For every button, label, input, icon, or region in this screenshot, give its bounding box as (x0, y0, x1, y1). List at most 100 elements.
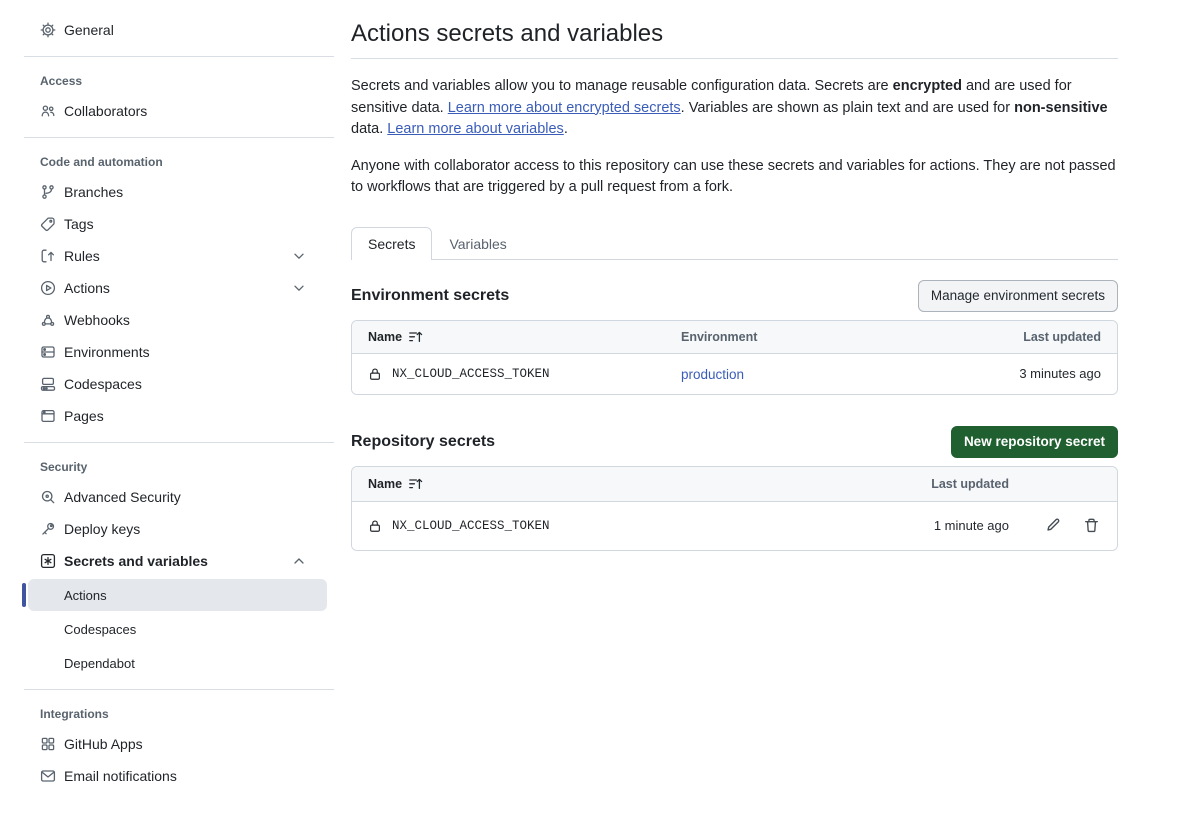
table-row: NX_CLOUD_ACCESS_TOKEN 1 minute ago (352, 502, 1117, 550)
link-learn-encrypted-secrets[interactable]: Learn more about encrypted secrets (448, 100, 681, 116)
manage-environment-secrets-button[interactable]: Manage environment secrets (918, 280, 1118, 312)
column-header-name-sort[interactable]: Name (368, 476, 889, 492)
sidebar-subitem-actions[interactable]: Actions (28, 579, 327, 611)
sidebar-item-deploy-keys[interactable]: Deploy keys (0, 513, 327, 545)
sidebar-item-label: Advanced Security (64, 489, 313, 505)
column-header-name-sort[interactable]: Name (368, 329, 681, 345)
secret-name: NX_CLOUD_ACCESS_TOKEN (392, 367, 550, 381)
column-header-name: Name (368, 330, 402, 344)
chevron-down-icon[interactable] (291, 280, 307, 296)
lock-icon (368, 518, 382, 534)
sidebar-item-actions[interactable]: Actions (0, 272, 327, 304)
sidebar-item-branches[interactable]: Branches (0, 176, 327, 208)
environment-secrets-table: Name Environment Last updated NX_CLOUD_A… (351, 320, 1118, 395)
sidebar-item-pages[interactable]: Pages (0, 400, 327, 432)
sidebar-subitem-codespaces[interactable]: Codespaces (28, 613, 327, 645)
people-icon (40, 103, 56, 119)
key-icon (40, 521, 56, 537)
sidebar-item-general[interactable]: General (0, 14, 327, 46)
sidebar-item-tags[interactable]: Tags (0, 208, 327, 240)
git-branch-icon (40, 184, 56, 200)
settings-page: General Access Collaborators Code and au… (0, 0, 1177, 792)
sidebar-item-label: Actions (64, 280, 283, 296)
delete-secret-button[interactable] (1083, 517, 1101, 535)
environment-link-production[interactable]: production (681, 367, 744, 382)
last-updated-value: 3 minutes ago (901, 366, 1101, 381)
chevron-up-icon[interactable] (291, 553, 307, 569)
new-repository-secret-button[interactable]: New repository secret (951, 426, 1118, 458)
apps-icon (40, 736, 56, 752)
environment-secrets-heading: Environment secrets (351, 287, 509, 305)
table-row: NX_CLOUD_ACCESS_TOKEN production 3 minut… (352, 354, 1117, 394)
sidebar-item-collaborators[interactable]: Collaborators (0, 95, 327, 127)
edit-secret-button[interactable] (1044, 517, 1062, 535)
settings-sidebar: General Access Collaborators Code and au… (0, 0, 335, 792)
sort-ascending-icon (408, 329, 424, 345)
sidebar-section-code-and-automation: Code and automation (0, 148, 335, 176)
sidebar-item-github-apps[interactable]: GitHub Apps (0, 728, 327, 760)
sidebar-item-label: Pages (64, 408, 313, 424)
column-header-last-updated: Last updated (901, 330, 1101, 344)
sidebar-section-access: Access (0, 67, 335, 95)
sidebar-divider (24, 137, 334, 138)
sidebar-divider (24, 56, 334, 57)
mail-icon (40, 768, 56, 784)
lock-icon (368, 366, 382, 382)
sidebar-section-security: Security (0, 453, 335, 481)
sidebar-item-label: GitHub Apps (64, 736, 313, 752)
repository-secrets-header: Repository secrets New repository secret (351, 426, 1118, 458)
secret-name-cell: NX_CLOUD_ACCESS_TOKEN (368, 366, 681, 382)
sidebar-item-email-notifications[interactable]: Email notifications (0, 760, 327, 792)
sidebar-subitem-label: Codespaces (64, 622, 136, 637)
sidebar-section-integrations: Integrations (0, 700, 335, 728)
sidebar-item-label: Collaborators (64, 103, 313, 119)
sidebar-item-label: Tags (64, 216, 313, 232)
repository-secrets-table: Name Last updated NX_CLOUD_ACCESS_TOKEN … (351, 466, 1118, 551)
server-icon (40, 344, 56, 360)
column-header-last-updated: Last updated (889, 477, 1009, 491)
repository-secrets-heading: Repository secrets (351, 433, 495, 451)
codespaces-icon (40, 376, 56, 392)
chevron-down-icon[interactable] (291, 248, 307, 264)
trash-icon (1083, 517, 1100, 534)
environment-secrets-header: Environment secrets Manage environment s… (351, 280, 1118, 312)
column-header-environment: Environment (681, 330, 901, 344)
sidebar-item-label: Deploy keys (64, 521, 313, 537)
sidebar-item-label: General (64, 22, 313, 38)
sidebar-item-advanced-security[interactable]: Advanced Security (0, 481, 327, 513)
repository-secrets-table-header: Name Last updated (352, 467, 1117, 502)
last-updated-value: 1 minute ago (889, 518, 1009, 533)
main-content: Actions secrets and variables Secrets an… (351, 0, 1118, 792)
sidebar-divider (24, 689, 334, 690)
secret-name: NX_CLOUD_ACCESS_TOKEN (392, 519, 550, 533)
pencil-icon (1044, 517, 1061, 534)
sidebar-item-label: Branches (64, 184, 313, 200)
sidebar-item-label: Email notifications (64, 768, 313, 784)
sidebar-subitem-dependabot[interactable]: Dependabot (28, 647, 327, 679)
intro-bold-non-sensitive: non-sensitive (1014, 100, 1107, 116)
sidebar-item-webhooks[interactable]: Webhooks (0, 304, 327, 336)
gear-icon (40, 22, 56, 38)
intro-paragraph: Secrets and variables allow you to manag… (351, 76, 1118, 141)
page-title: Actions secrets and variables (351, 20, 1118, 59)
sidebar-item-codespaces[interactable]: Codespaces (0, 368, 327, 400)
row-actions (1009, 517, 1101, 535)
sidebar-item-label: Rules (64, 248, 283, 264)
tab-variables[interactable]: Variables (432, 227, 523, 260)
intro-text: data. (351, 121, 387, 137)
sidebar-item-label: Webhooks (64, 312, 313, 328)
secrets-variables-tabs: Secrets Variables (351, 227, 1118, 260)
sidebar-divider (24, 442, 334, 443)
codescan-icon (40, 489, 56, 505)
secret-name-cell: NX_CLOUD_ACCESS_TOKEN (368, 518, 889, 534)
sidebar-subitem-label: Dependabot (64, 656, 135, 671)
sidebar-item-environments[interactable]: Environments (0, 336, 327, 368)
intro-text: . (564, 121, 568, 137)
sidebar-item-rules[interactable]: Rules (0, 240, 327, 272)
intro-bold-encrypted: encrypted (893, 78, 962, 94)
sidebar-item-secrets-and-variables[interactable]: Secrets and variables (0, 545, 327, 577)
tab-secrets[interactable]: Secrets (351, 227, 432, 260)
column-header-name: Name (368, 477, 402, 491)
link-learn-variables[interactable]: Learn more about variables (387, 121, 564, 137)
sidebar-subitem-label: Actions (64, 588, 107, 603)
